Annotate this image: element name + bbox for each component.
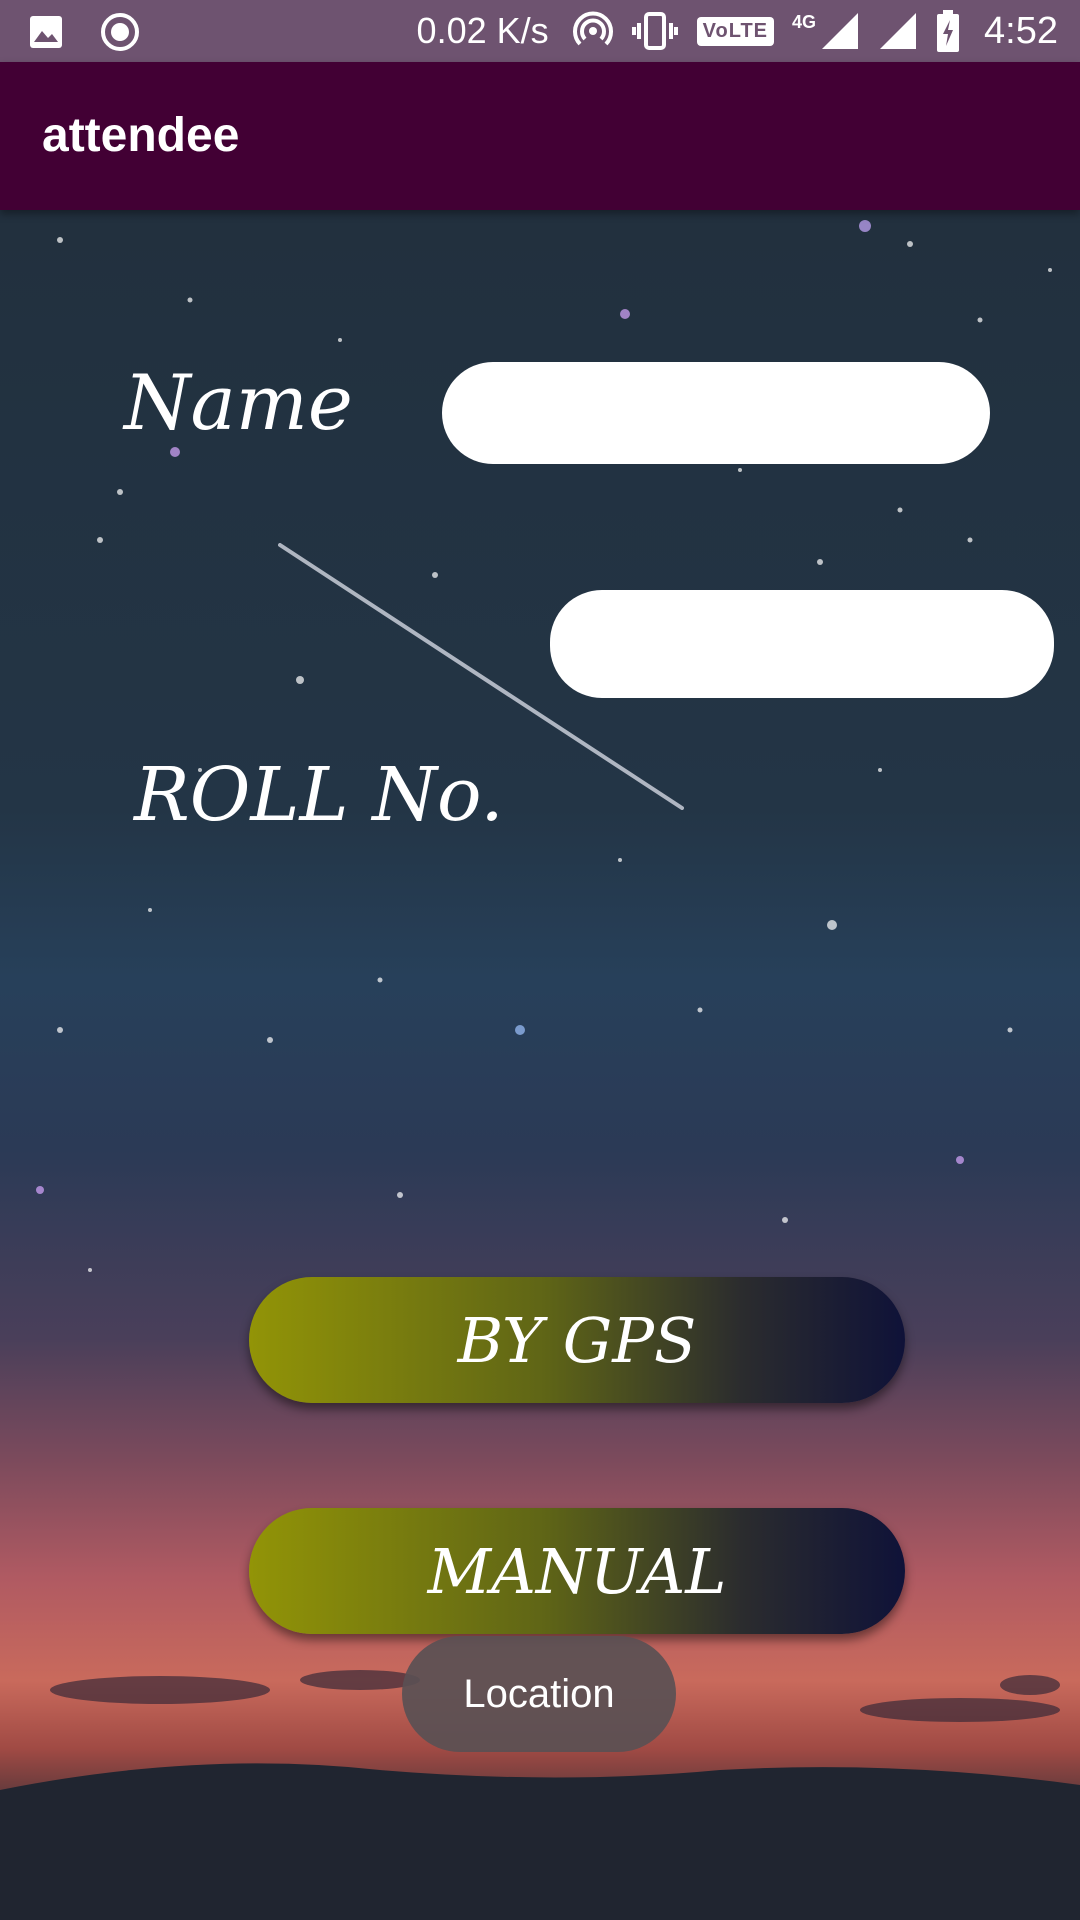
roll-number-input[interactable] — [550, 590, 1054, 698]
signal-icon — [822, 13, 859, 49]
signal-icon — [880, 13, 917, 49]
name-input[interactable] — [442, 362, 990, 464]
record-icon — [101, 13, 139, 51]
vibrate-icon — [631, 12, 678, 50]
image-icon — [30, 16, 62, 48]
location-toast: Location — [402, 1636, 676, 1752]
battery-charging-icon — [937, 10, 960, 52]
app-title: attendee — [42, 109, 240, 162]
hotspot-icon — [572, 11, 613, 46]
network-speed: 0.02 K/s — [416, 10, 549, 51]
volte-badge: VoLTE — [696, 16, 775, 46]
app-bar: attendee — [0, 62, 1080, 210]
clock: 4:52 — [984, 9, 1058, 52]
manual-button[interactable]: MANUAL — [249, 1508, 905, 1634]
network-type: 4G — [792, 11, 817, 32]
name-label: Name — [124, 358, 353, 447]
by-gps-button[interactable]: BY GPS — [249, 1277, 905, 1403]
roll-number-label: ROLL No. — [134, 752, 504, 838]
status-bar: 0.02 K/s VoLTE 4G 4:52 — [0, 0, 1080, 62]
